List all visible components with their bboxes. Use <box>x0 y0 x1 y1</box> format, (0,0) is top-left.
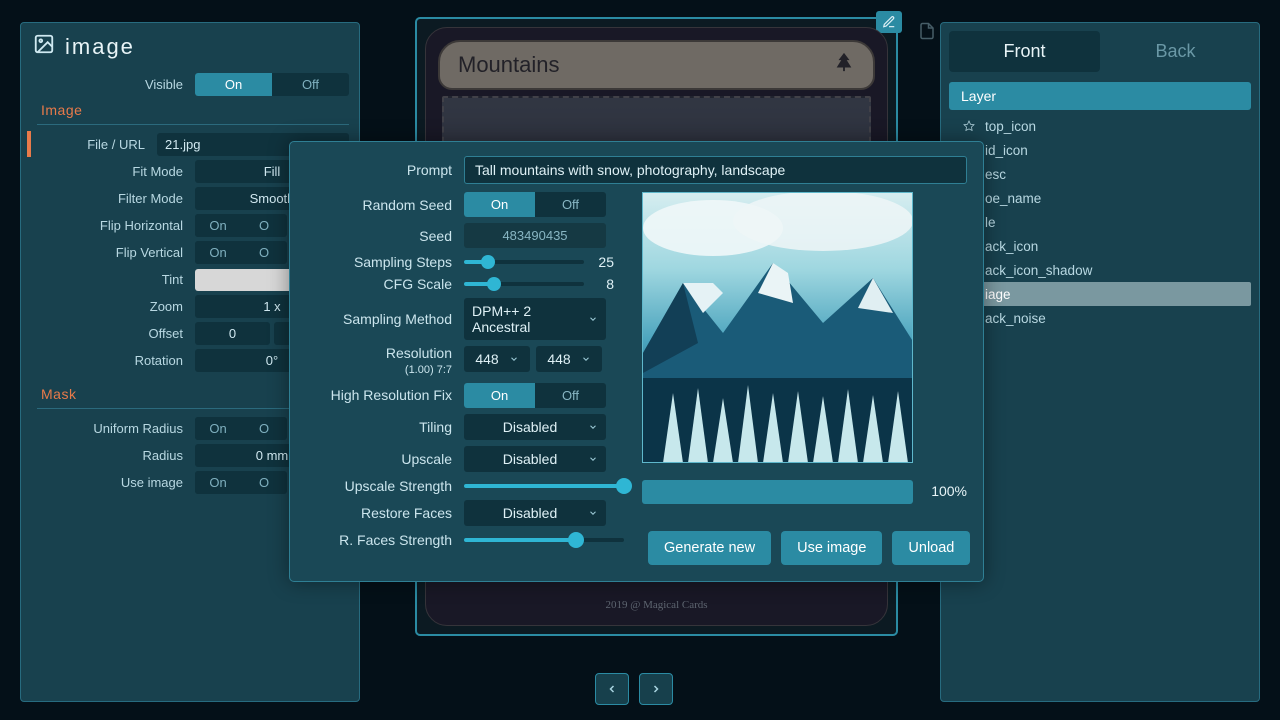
layer-item[interactable]: id_icon <box>949 138 1251 162</box>
prev-button[interactable] <box>595 673 629 705</box>
restore-faces-strength-slider[interactable] <box>464 538 624 542</box>
fit-mode-label: Fit Mode <box>27 164 195 179</box>
flip-h-label: Flip Horizontal <box>27 218 195 233</box>
layer-item[interactable]: le <box>949 210 1251 234</box>
progress-label: 100% <box>931 483 967 499</box>
section-image: Image <box>27 98 359 124</box>
restore-faces-select[interactable]: Disabled <box>464 500 606 526</box>
layer-item[interactable]: esc <box>949 162 1251 186</box>
flip-h-toggle[interactable]: On O <box>195 214 287 237</box>
upscale-select[interactable]: Disabled <box>464 446 606 472</box>
tab-front[interactable]: Front <box>949 31 1100 72</box>
sampling-method-label: Sampling Method <box>306 311 464 327</box>
layer-item[interactable]: top_icon <box>949 114 1251 138</box>
random-seed-label: Random Seed <box>306 197 464 213</box>
layer-item[interactable]: iage <box>949 282 1251 306</box>
seed-label: Seed <box>306 228 464 244</box>
tint-label: Tint <box>27 272 195 287</box>
mountain-illustration <box>643 193 913 463</box>
resolution-label: Resolution (1.00) 7:7 <box>306 346 464 377</box>
cfg-scale-slider[interactable] <box>464 282 584 286</box>
chevron-down-icon <box>588 505 598 521</box>
layer-item-label: id_icon <box>985 143 1028 158</box>
flip-v-label: Flip Vertical <box>27 245 195 260</box>
image-icon <box>33 33 55 61</box>
hires-fix-label: High Resolution Fix <box>306 387 464 403</box>
sampling-steps-value: 25 <box>594 254 614 270</box>
use-image-toggle[interactable]: On O <box>195 471 287 494</box>
card-title: Mountains <box>458 52 560 78</box>
progress-bar <box>642 480 913 504</box>
visible-toggle[interactable]: On Off <box>195 73 349 96</box>
use-image-label: Use image <box>27 475 195 490</box>
star-icon <box>963 120 975 132</box>
seed-value[interactable]: 483490435 <box>464 223 606 248</box>
restore-faces-strength-label: R. Faces Strength <box>306 532 464 548</box>
unload-button[interactable]: Unload <box>892 531 970 565</box>
layer-item[interactable]: ack_icon <box>949 234 1251 258</box>
cfg-scale-label: CFG Scale <box>306 276 464 292</box>
tree-icon <box>833 51 855 79</box>
card-footer: 2019 @ Magical Cards <box>426 599 887 611</box>
layer-item-label: iage <box>985 287 1011 302</box>
radius-label: Radius <box>27 448 195 463</box>
sampling-method-select[interactable]: DPM++ 2 Ancestral <box>464 298 606 340</box>
tiling-select[interactable]: Disabled <box>464 414 606 440</box>
resolution-width-select[interactable]: 448 <box>464 346 530 372</box>
upscale-strength-label: Upscale Strength <box>306 478 464 494</box>
edit-button[interactable] <box>876 11 902 33</box>
layer-item-label: le <box>985 215 996 230</box>
tab-back[interactable]: Back <box>1100 31 1251 72</box>
upscale-label: Upscale <box>306 451 464 467</box>
prompt-input[interactable] <box>464 156 967 184</box>
offset-x[interactable]: 0 <box>195 322 270 345</box>
filter-mode-label: Filter Mode <box>27 191 195 206</box>
document-icon <box>918 22 936 40</box>
layer-item-label: top_icon <box>985 119 1036 134</box>
layer-item[interactable]: oe_name <box>949 186 1251 210</box>
uniform-radius-toggle[interactable]: On O <box>195 417 287 440</box>
nav-arrows <box>595 673 673 705</box>
layer-list: top_icon id_iconesc oe_namele ack_icon ack_i… <box>949 114 1251 330</box>
layer-item-label: esc <box>985 167 1006 182</box>
layer-item-label: ack_icon_shadow <box>985 263 1092 278</box>
preview-image <box>642 192 913 463</box>
layer-item-label: ack_noise <box>985 311 1046 326</box>
chevron-down-icon <box>509 351 519 367</box>
flip-v-toggle[interactable]: On O <box>195 241 287 264</box>
zoom-label: Zoom <box>27 299 195 314</box>
layer-item[interactable]: ack_noise <box>949 306 1251 330</box>
panel-title-text: image <box>65 34 135 60</box>
restore-faces-label: Restore Faces <box>306 505 464 521</box>
generate-button[interactable]: Generate new <box>648 531 771 565</box>
layers-panel: Front Back Layer top_icon id_iconesc oe_na… <box>940 22 1260 702</box>
layer-item-label: oe_name <box>985 191 1041 206</box>
tiling-label: Tiling <box>306 419 464 435</box>
random-seed-toggle[interactable]: On Off <box>464 192 606 217</box>
panel-title: image <box>27 29 359 71</box>
sampling-steps-slider[interactable] <box>464 260 584 264</box>
layer-list-header: Layer <box>949 82 1251 110</box>
hires-fix-toggle[interactable]: On Off <box>464 383 606 408</box>
cfg-scale-value: 8 <box>594 276 614 292</box>
chevron-down-icon <box>581 351 591 367</box>
next-button[interactable] <box>639 673 673 705</box>
chevron-down-icon <box>588 419 598 435</box>
visible-label: Visible <box>27 77 195 92</box>
resolution-height-select[interactable]: 448 <box>536 346 602 372</box>
sampling-steps-label: Sampling Steps <box>306 254 464 270</box>
use-image-button[interactable]: Use image <box>781 531 882 565</box>
chevron-down-icon <box>588 311 598 327</box>
ai-dialog: Prompt Random Seed On Off Seed 483490435… <box>289 141 984 582</box>
prompt-label: Prompt <box>306 162 464 178</box>
file-url-label: File / URL <box>27 137 157 152</box>
offset-label: Offset <box>27 326 195 341</box>
rotation-label: Rotation <box>27 353 195 368</box>
layer-item[interactable]: ack_icon_shadow <box>949 258 1251 282</box>
layer-item-label: ack_icon <box>985 239 1038 254</box>
upscale-strength-slider[interactable] <box>464 484 624 488</box>
card-title-bar: Mountains <box>438 40 875 90</box>
uniform-radius-label: Uniform Radius <box>27 421 195 436</box>
chevron-down-icon <box>588 451 598 467</box>
